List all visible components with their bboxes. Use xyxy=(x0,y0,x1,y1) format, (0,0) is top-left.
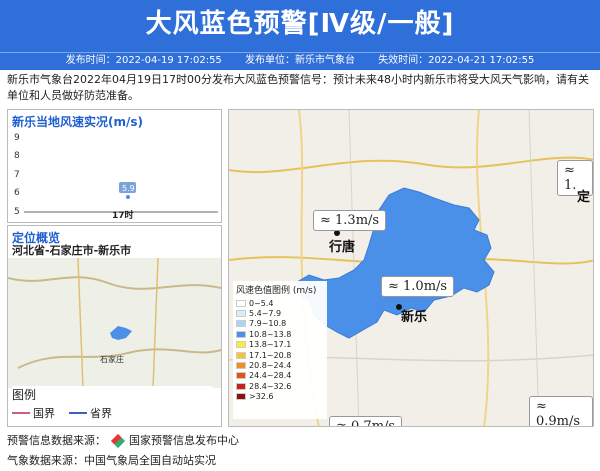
legend-title: 图例 xyxy=(12,388,37,402)
wind-label-south[interactable]: ≈ 0.7m/s xyxy=(329,416,403,426)
warning-header: 大风蓝色预警[Ⅳ级/一般] xyxy=(0,0,600,52)
legend-item: 5.4~7.9 xyxy=(236,308,324,318)
city-shijiazhuang: 石家庄 xyxy=(100,354,124,364)
legend-swatch xyxy=(236,393,246,401)
location-panel: 定位概览 河北省-石家庄市-新乐市 石家庄 图例 国界 省界 xyxy=(7,225,222,427)
city-ding: 定 xyxy=(577,190,591,205)
legend-item: 24.4~28.4 xyxy=(236,371,324,381)
national-border-line xyxy=(12,412,30,414)
overview-legend: 图例 国界 省界 xyxy=(12,386,212,426)
legend-swatch xyxy=(236,372,246,380)
legend-item: 20.8~24.4 xyxy=(236,360,324,370)
legend-item: 28.4~32.6 xyxy=(236,381,324,391)
expire-time: 失效时间：2022-04-21 17:02:55 xyxy=(378,55,535,66)
overview-map[interactable]: 石家庄 xyxy=(8,258,221,388)
legend-item: 13.8~17.1 xyxy=(236,340,324,350)
warning-title: 大风蓝色预警[Ⅳ级/一般] xyxy=(145,9,455,39)
data-label: 5.9 xyxy=(122,184,135,193)
wind-label-xingtang[interactable]: ≈ 1.3m/s xyxy=(313,210,387,231)
data-point xyxy=(126,195,130,199)
warning-source-prefix: 预警信息数据来源： xyxy=(7,434,106,447)
legend-label: 10.8~13.8 xyxy=(249,329,292,339)
warning-source-name: 国家预警信息发布中心 xyxy=(129,434,239,447)
publisher: 发布单位：新乐市气象台 xyxy=(245,55,355,66)
legend-swatch xyxy=(236,362,246,370)
x-axis-label: 17时 xyxy=(112,211,134,221)
legend-swatch xyxy=(236,330,246,338)
warning-meta-bar: 发布时间：2022-04-19 17:02:55 发布单位：新乐市气象台 失效时… xyxy=(0,52,600,70)
source-logo-icon xyxy=(110,433,125,449)
legend-swatch xyxy=(236,351,246,359)
legend-swatch xyxy=(236,310,246,318)
legend-label: >32.6 xyxy=(249,392,274,402)
legend-label: 5.4~7.9 xyxy=(249,309,282,319)
legend-item: >32.6 xyxy=(236,392,324,402)
y-tick: 6 xyxy=(14,188,20,198)
legend-item: 7.9~10.8 xyxy=(236,319,324,329)
warning-source: 预警信息数据来源： 国家预警信息发布中心 xyxy=(7,432,239,449)
city-xingtang: 行唐 xyxy=(329,240,356,255)
legend-label: 20.8~24.4 xyxy=(249,361,292,371)
legend-swatch xyxy=(236,299,246,307)
y-tick: 5 xyxy=(14,207,20,217)
y-tick: 8 xyxy=(14,151,20,161)
publish-time: 发布时间：2022-04-19 17:02:55 xyxy=(65,55,222,66)
legend-swatch xyxy=(236,341,246,349)
legend-national: 国界 xyxy=(33,407,55,420)
y-tick: 7 xyxy=(14,170,20,180)
weather-source: 气象数据来源：中国气象局全国自动站实况 xyxy=(7,454,216,467)
legend-label: 28.4~32.6 xyxy=(249,381,292,391)
legend-label: 7.9~10.8 xyxy=(249,319,287,329)
y-tick: 9 xyxy=(14,133,20,143)
wind-label-xinle[interactable]: ≈ 1.0m/s xyxy=(381,276,455,297)
legend-item: 0~5.4 xyxy=(236,298,324,308)
wind-label-se[interactable]: ≈ 0.9m/s xyxy=(529,396,593,426)
wind-color-legend: 风速色值图例 (m/s) 0~5.4 5.4~7.9 7.9~10.8 10.8~13… xyxy=(233,281,327,419)
warning-notice: 新乐市气象台2022年04月19日17时00分发布大风蓝色预警信号：预计未来48… xyxy=(7,73,589,102)
legend-label: 24.4~28.4 xyxy=(249,371,292,381)
legend-item: 10.8~13.8 xyxy=(236,329,324,339)
legend-label: 17.1~20.8 xyxy=(249,350,292,360)
legend-title: 风速色值图例 (m/s) xyxy=(236,286,317,296)
region-path: 河北省-石家庄市-新乐市 xyxy=(12,244,132,257)
legend-swatch xyxy=(236,320,246,328)
legend-label: 13.8~17.1 xyxy=(249,340,292,350)
legend-swatch xyxy=(236,382,246,390)
province-border-line xyxy=(69,412,87,414)
wind-speed-panel: 新乐当地风速实况(m/s) 9 8 7 6 5 5.9 17时 xyxy=(7,109,222,223)
wind-speed-chart: 9 8 7 6 5 5.9 xyxy=(14,133,218,217)
city-xinle: 新乐 xyxy=(401,310,428,325)
legend-label: 0~5.4 xyxy=(249,298,274,308)
legend-item: 17.1~20.8 xyxy=(236,350,324,360)
xinle-region xyxy=(110,326,132,340)
legend-province: 省界 xyxy=(90,407,112,420)
